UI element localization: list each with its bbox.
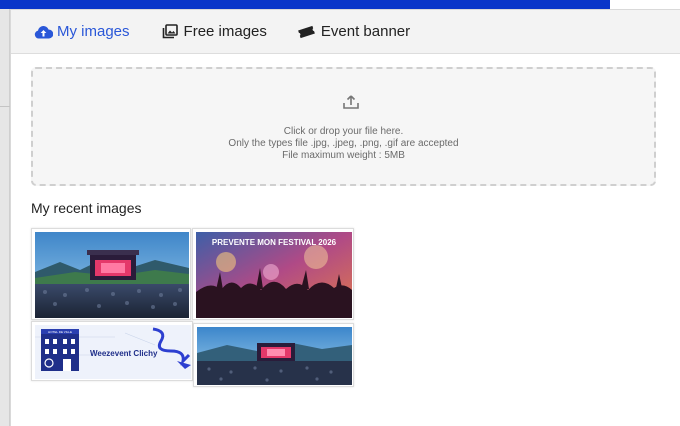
recent-image-2[interactable]: PREVENTE MON FESTIVAL 2026 xyxy=(192,228,354,320)
recent-image-4[interactable] xyxy=(193,323,354,387)
tab-free-images-label: Free images xyxy=(183,23,267,40)
dropzone-accepted-types: Only the types file .jpg, .jpeg, .png, .… xyxy=(228,138,459,149)
ticket-icon xyxy=(297,24,317,40)
dropzone-instruction: Click or drop your file here. xyxy=(283,126,404,137)
recent-image-3[interactable]: HOTEL DE VILLE Weezevent Clichy xyxy=(31,321,193,381)
tab-event-banner-label: Event banner xyxy=(320,23,411,40)
tab-bar: My images Free images Event banner xyxy=(11,10,680,54)
dropzone-max-weight: File maximum weight : 5MB xyxy=(282,150,405,161)
file-dropzone[interactable]: Click or drop your file here. Only the t… xyxy=(31,67,656,186)
banner-brand-text: Weezevent Clichy xyxy=(90,349,158,358)
upload-icon xyxy=(342,94,360,110)
tab-free-images[interactable]: Free images xyxy=(160,10,267,54)
top-bar-white-segment xyxy=(610,0,680,9)
cloud-upload-icon xyxy=(33,24,53,40)
recent-images-title: My recent images xyxy=(31,200,142,216)
tab-event-banner[interactable]: Event banner xyxy=(297,10,410,54)
images-icon xyxy=(160,24,180,40)
recent-image-1[interactable] xyxy=(31,228,191,320)
tab-my-images[interactable]: My images xyxy=(33,10,130,54)
background-panel-edge xyxy=(0,9,10,426)
top-bar xyxy=(0,0,680,9)
panel-edge-divider xyxy=(0,106,10,112)
image-picker-modal: My images Free images Event banner Click… xyxy=(11,10,680,426)
tab-my-images-label: My images xyxy=(57,23,130,40)
banner-sign-text: HOTEL DE VILLE xyxy=(48,330,72,334)
banner-overlay-text: PREVENTE MON FESTIVAL 2026 xyxy=(212,238,337,247)
